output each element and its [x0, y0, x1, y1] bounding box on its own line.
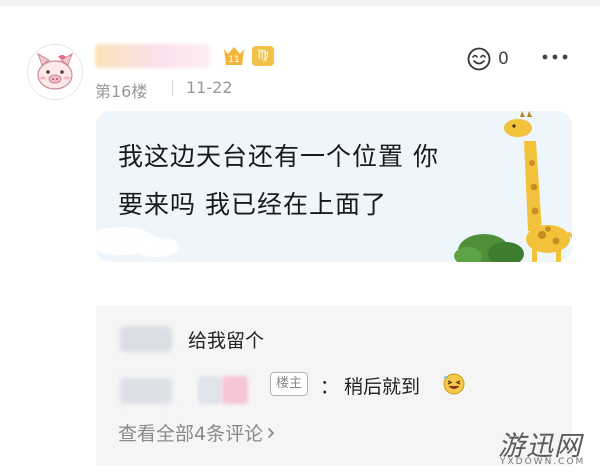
- reply-1-author-blurred[interactable]: [120, 326, 172, 352]
- post-content: 我这边天台还有一个位置 你 要来吗 我已经在上面了: [118, 133, 498, 229]
- like-button[interactable]: 0: [466, 44, 524, 74]
- username-blurred[interactable]: [95, 44, 210, 68]
- level-badge: 11: [222, 45, 246, 67]
- chevron-right-icon: [268, 427, 275, 438]
- reply-2-text[interactable]: 稍后就到: [344, 372, 420, 399]
- reply-2-author-blurred-part: [198, 376, 222, 404]
- grin-emoji-icon: [443, 373, 465, 395]
- level-crown-icon: 11: [224, 47, 244, 65]
- pig-avatar-icon: [28, 45, 82, 99]
- reply-2-author-blurred-part-pink: [222, 376, 248, 404]
- more-dots-icon: [542, 54, 568, 60]
- top-divider: [0, 0, 600, 6]
- watermark-sub: YXDOWN.COM: [500, 457, 586, 467]
- floor-label: 第16楼: [95, 82, 148, 101]
- post-content-line-1: 我这边天台还有一个位置 你: [118, 142, 439, 171]
- like-count: 0: [498, 49, 509, 69]
- reply-2-colon: ：: [320, 376, 340, 398]
- zodiac-badge: ♍: [252, 46, 274, 66]
- reply-2-author-blurred[interactable]: [120, 378, 172, 404]
- watermark: 游迅网 YXDOWN.COM: [498, 424, 596, 470]
- meta-separator: [172, 80, 173, 96]
- view-all-comments-link[interactable]: 查看全部4条评论: [118, 419, 275, 446]
- post-bubble: 我这边天台还有一个位置 你 要来吗 我已经在上面了: [96, 111, 572, 262]
- user-avatar[interactable]: [27, 44, 83, 100]
- post-content-line-2: 要来吗 我已经在上面了: [118, 190, 387, 219]
- op-badge: 楼主: [270, 372, 309, 396]
- reply-1-text[interactable]: 给我留个: [188, 326, 264, 353]
- view-all-label: 查看全部4条评论: [118, 423, 264, 445]
- level-badge-text: 11: [228, 55, 239, 65]
- more-button[interactable]: [538, 44, 572, 70]
- post-time: 11-22: [186, 78, 233, 97]
- like-face-icon: [467, 47, 491, 71]
